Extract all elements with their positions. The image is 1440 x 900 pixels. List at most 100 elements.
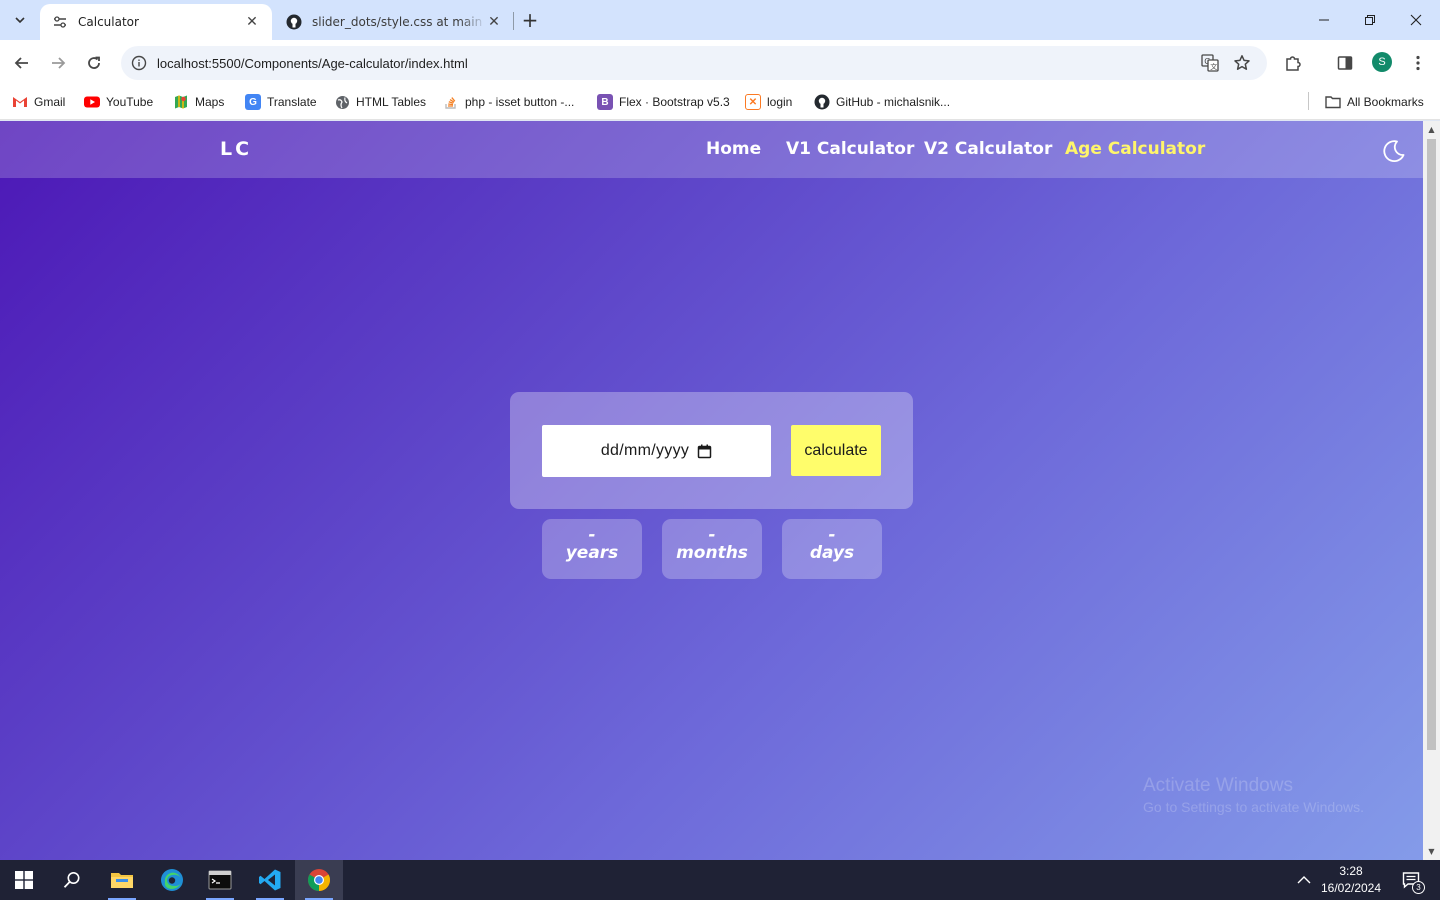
scrollbar-thumb[interactable] <box>1427 139 1436 750</box>
folder-icon <box>1325 94 1341 110</box>
show-hidden-icons-button[interactable] <box>1292 860 1316 900</box>
chrome-icon <box>308 869 330 891</box>
watermark-title: Activate Windows <box>1143 775 1293 796</box>
clock-date: 16/02/2024 <box>1320 881 1382 895</box>
theme-toggle-button[interactable] <box>1380 138 1406 164</box>
site-logo[interactable]: LC <box>220 138 252 160</box>
bookmark-star-icon[interactable] <box>1231 54 1253 72</box>
github-icon <box>814 94 830 110</box>
terminal-icon <box>208 870 232 890</box>
tab-title: slider_dots/style.css at main · H <box>312 15 486 29</box>
taskbar-file-explorer[interactable] <box>98 860 146 900</box>
all-bookmarks-button[interactable]: All Bookmarks <box>1325 91 1424 113</box>
url-text: localhost:5500/Components/Age-calculator… <box>157 55 468 71</box>
taskbar-edge[interactable] <box>148 860 196 900</box>
bookmark-github[interactable]: GitHub - michalsnik... <box>814 91 950 113</box>
scroll-down-arrow[interactable]: ▼ <box>1423 843 1440 860</box>
result-days: - days <box>782 519 882 579</box>
bootstrap-icon: B <box>597 94 613 110</box>
side-panel-button[interactable] <box>1331 49 1359 77</box>
bookmark-label: YouTube <box>106 95 154 109</box>
tab-calculator[interactable]: Calculator ✕ <box>40 4 272 40</box>
bookmark-label: php - isset button -... <box>465 95 575 109</box>
reload-icon <box>88 56 100 69</box>
bookmark-gmail[interactable]: Gmail <box>12 91 65 113</box>
site-navbar: LC Home V1 Calculator V2 Calculator Age … <box>0 121 1423 178</box>
bookmark-login[interactable]: ✕ login <box>745 91 792 113</box>
scroll-up-arrow[interactable]: ▲ <box>1423 121 1440 138</box>
nav-v2-calculator[interactable]: V2 Calculator <box>924 139 1052 159</box>
translate-page-icon[interactable]: G文 <box>1199 54 1221 72</box>
windows-taskbar: 3:28 16/02/2024 3 <box>0 860 1440 900</box>
calendar-icon[interactable] <box>697 444 712 459</box>
more-vertical-icon <box>1416 55 1420 71</box>
calculate-button[interactable]: calculate <box>791 425 881 476</box>
age-form-card: dd/mm/yyyy calculate <box>510 392 913 509</box>
reload-button[interactable] <box>80 49 108 77</box>
puzzle-icon <box>1286 56 1301 71</box>
close-icon <box>1410 14 1422 26</box>
moon-icon <box>1383 140 1405 162</box>
browser-toolbar: localhost:5500/Components/Age-calculator… <box>0 40 1440 86</box>
bookmark-label: login <box>767 95 793 109</box>
taskbar-chrome[interactable] <box>295 860 343 900</box>
taskbar-search-button[interactable] <box>48 860 96 900</box>
chevron-up-icon <box>1297 876 1311 884</box>
page-viewport: LC Home V1 Calculator V2 Calculator Age … <box>0 121 1423 860</box>
nav-v1-calculator[interactable]: V1 Calculator <box>786 139 914 159</box>
youtube-icon <box>84 94 100 110</box>
arrow-right-icon <box>52 57 66 69</box>
nav-age-calculator[interactable]: Age Calculator <box>1065 139 1205 159</box>
bookmark-php-isset[interactable]: php - isset button -... <box>443 91 574 113</box>
bookmark-maps[interactable]: Maps <box>173 91 224 113</box>
bookmarks-bar: Gmail YouTube Maps G Translate HTML Tabl… <box>0 86 1440 120</box>
bookmark-bootstrap-flex[interactable]: B Flex · Bootstrap v5.3 <box>597 91 730 113</box>
tab-divider <box>513 12 514 30</box>
windows-logo-icon <box>15 871 33 889</box>
back-button[interactable] <box>8 49 36 77</box>
days-value: - <box>828 525 836 545</box>
bookmark-label: Maps <box>195 95 225 109</box>
bookmarks-separator <box>1308 92 1309 110</box>
close-tab-icon[interactable]: ✕ <box>244 14 260 30</box>
notification-center-button[interactable]: 3 <box>1396 860 1426 900</box>
taskbar-terminal[interactable] <box>196 860 244 900</box>
chrome-menu-button[interactable] <box>1404 49 1432 77</box>
months-label: months <box>676 543 748 563</box>
close-tab-icon[interactable]: ✕ <box>486 14 502 30</box>
translate-icon: G <box>245 94 261 110</box>
tab-search-button[interactable] <box>8 8 32 32</box>
tab-title: Calculator <box>78 15 139 29</box>
side-panel-icon <box>1337 56 1353 70</box>
years-value: - <box>588 525 596 545</box>
extensions-button[interactable] <box>1279 49 1307 77</box>
minimize-icon <box>1319 19 1329 21</box>
watermark-subtitle: Go to Settings to activate Windows. <box>1143 799 1364 815</box>
site-info-icon[interactable] <box>131 55 147 71</box>
chevron-down-icon <box>15 17 25 24</box>
nav-home[interactable]: Home <box>706 139 761 159</box>
activate-windows-watermark: Activate Windows Go to Settings to activ… <box>1143 775 1364 815</box>
bookmark-html-tables[interactable]: HTML Tables <box>334 91 426 113</box>
address-bar[interactable]: localhost:5500/Components/Age-calculator… <box>121 46 1267 80</box>
tab-github-style[interactable]: slider_dots/style.css at main · H ✕ <box>274 4 514 40</box>
birthdate-input[interactable]: dd/mm/yyyy <box>542 425 771 477</box>
bookmark-translate[interactable]: G Translate <box>245 91 317 113</box>
all-bookmarks-label: All Bookmarks <box>1347 95 1424 109</box>
page-scrollbar[interactable]: ▲ ▼ <box>1423 121 1440 860</box>
result-years: - years <box>542 519 642 579</box>
taskbar-vscode[interactable] <box>246 860 294 900</box>
edge-icon <box>161 869 183 891</box>
bookmark-label: GitHub - michalsnik... <box>836 95 951 109</box>
start-button[interactable] <box>0 860 48 900</box>
new-tab-button[interactable]: + <box>518 8 542 32</box>
forward-button[interactable] <box>44 49 72 77</box>
profile-avatar[interactable]: S <box>1372 52 1392 72</box>
folder-icon <box>111 873 133 888</box>
taskbar-clock[interactable]: 3:28 16/02/2024 <box>1318 863 1384 897</box>
restore-button[interactable] <box>1347 0 1393 40</box>
bookmark-youtube[interactable]: YouTube <box>84 91 153 113</box>
stackoverflow-icon <box>443 94 459 110</box>
minimize-button[interactable] <box>1301 0 1347 40</box>
close-window-button[interactable] <box>1393 0 1439 40</box>
